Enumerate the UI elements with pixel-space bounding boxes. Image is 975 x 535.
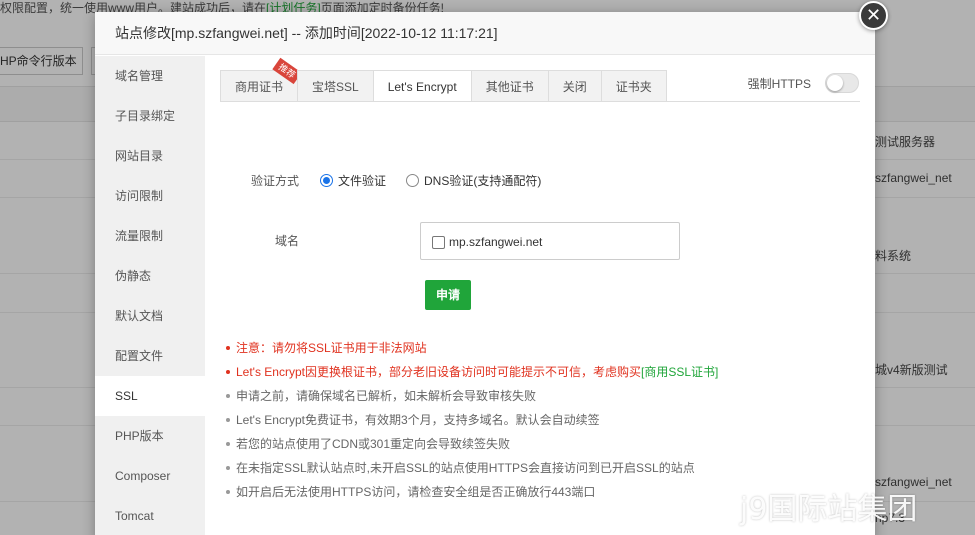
note-item: 在未指定SSL默认站点时,未开启SSL的站点使用HTTPS会直接访问到已开启SS…: [226, 456, 866, 480]
ssl-tab[interactable]: 商用证书 推荐: [220, 57, 302, 102]
verify-file-radio[interactable]: 文件验证: [320, 172, 386, 189]
sidenav-item[interactable]: PHP版本: [95, 416, 205, 456]
ssl-tab-label: 证书夹: [615, 80, 652, 94]
ssl-tabs: 商用证书 推荐 宝塔SSL Let's Encrypt 其他证书 关闭 证书夹: [220, 57, 667, 102]
ssl-tab[interactable]: 宝塔SSL: [297, 70, 373, 102]
modal-title: 站点修改[mp.szfangwei.net] -- 添加时间[2022-10-1…: [95, 12, 875, 55]
note-text: 申请之前，请确保域名已解析，如未解析会导致审核失败: [236, 389, 537, 403]
note-text: Let's Encrypt免费证书，有效期3个月，支持多域名。默认会自动续签: [236, 413, 600, 427]
sidenav-item[interactable]: 默认文档: [95, 296, 205, 336]
sidenav-item[interactable]: Composer: [95, 456, 205, 496]
sidenav: 域名管理 子目录绑定 网站目录 访问限制 流量限制 伪静态 默认文档 配置文件 SSL PHP版本…: [95, 56, 205, 535]
note-text: Let's Encrypt因更换根证书，部分老旧设备访问时可能提示不可信，考虑购…: [236, 365, 641, 379]
domain-label: 域名: [275, 234, 300, 248]
watermark: j9国际站集团: [740, 492, 918, 527]
sidenav-item[interactable]: SSL: [95, 376, 205, 416]
verify-dns-label: DNS验证(支持通配符): [424, 174, 542, 188]
sidenav-item[interactable]: 流量限制: [95, 216, 205, 256]
apply-button[interactable]: 申请: [425, 280, 471, 310]
ssl-tab[interactable]: Let's Encrypt: [372, 70, 471, 102]
verify-method-label: 验证方式: [251, 174, 300, 188]
ssl-tab-label: Let's Encrypt: [387, 80, 457, 94]
radio-dot: [320, 174, 333, 187]
ssl-tab-label: 商用证书: [235, 80, 284, 94]
sidenav-item[interactable]: 访问限制: [95, 176, 205, 216]
verify-file-label: 文件验证: [338, 174, 387, 188]
force-https-toggle[interactable]: [825, 73, 859, 93]
sidenav-item[interactable]: 网站目录: [95, 136, 205, 176]
ssl-tab[interactable]: 其他证书: [470, 70, 548, 102]
domain-checkbox[interactable]: [432, 236, 445, 249]
ssl-tab[interactable]: 证书夹: [600, 70, 667, 102]
sidenav-item[interactable]: 子目录绑定: [95, 96, 205, 136]
note-item: 注意：请勿将SSL证书用于非法网站: [226, 336, 866, 360]
site-edit-modal: 站点修改[mp.szfangwei.net] -- 添加时间[2022-10-1…: [95, 12, 875, 535]
ssl-tab-label: 关闭: [562, 80, 587, 94]
sidenav-item[interactable]: 配置文件: [95, 336, 205, 376]
note-item: 申请之前，请确保域名已解析，如未解析会导致审核失败: [226, 384, 866, 408]
note-item: Let's Encrypt免费证书，有效期3个月，支持多域名。默认会自动续签: [226, 408, 866, 432]
force-https: 强制HTTPS: [748, 73, 859, 93]
ssl-tab[interactable]: 关闭: [547, 70, 601, 102]
force-https-label: 强制HTTPS: [747, 76, 811, 91]
sidenav-item[interactable]: 伪静态: [95, 256, 205, 296]
note-item: 若您的站点使用了CDN或301重定向会导致续签失败: [226, 432, 866, 456]
tab-divider: [220, 101, 860, 102]
note-text: 如开启后无法使用HTTPS访问，请检查安全组是否正确放行443端口: [236, 485, 596, 499]
note-text: 若您的站点使用了CDN或301重定向会导致续签失败: [236, 437, 511, 451]
domain-name: mp.szfangwei.net: [449, 235, 543, 249]
sidenav-item[interactable]: Tomcat: [95, 496, 205, 535]
sidenav-item[interactable]: 域名管理: [95, 56, 205, 96]
toggle-knob: [827, 75, 843, 91]
note-text: 注意：请勿将SSL证书用于非法网站: [236, 341, 427, 355]
notes-list: 注意：请勿将SSL证书用于非法网站 Let's Encrypt因更换根证书，部分老…: [226, 336, 866, 504]
buy-commercial-ssl-link[interactable]: [商用SSL证书]: [641, 365, 718, 379]
ssl-panel: 商用证书 推荐 宝塔SSL Let's Encrypt 其他证书 关闭 证书夹 强制HTTP…: [205, 56, 875, 535]
close-icon[interactable]: ✕: [859, 1, 888, 30]
domain-list: mp.szfangwei.net: [420, 222, 680, 260]
ssl-tab-label: 其他证书: [485, 80, 534, 94]
note-item: Let's Encrypt因更换根证书，部分老旧设备访问时可能提示不可信，考虑购…: [226, 360, 866, 384]
ssl-tab-label: 宝塔SSL: [312, 80, 359, 94]
radio-dot: [406, 174, 419, 187]
note-text: 在未指定SSL默认站点时,未开启SSL的站点使用HTTPS会直接访问到已开启SS…: [236, 461, 695, 475]
verify-dns-radio[interactable]: DNS验证(支持通配符): [406, 172, 541, 189]
